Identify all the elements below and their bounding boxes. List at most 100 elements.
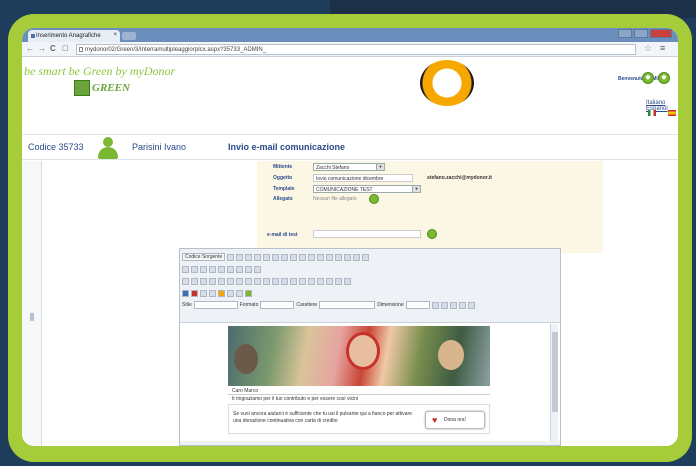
show-blocks-icon[interactable]	[458, 301, 466, 309]
scrollbar-thumb[interactable]	[552, 332, 558, 412]
horizontal-rule-icon[interactable]	[209, 289, 216, 297]
test-email-input[interactable]	[313, 230, 421, 238]
logout-button[interactable]: ◆	[658, 72, 670, 84]
blockquote-icon[interactable]	[281, 277, 288, 285]
superscript-icon[interactable]	[227, 277, 234, 285]
address-bar[interactable]: mydonor02/Green/3/Interramultipleaggiorp…	[76, 44, 636, 55]
green-logo[interactable]: GREEN	[74, 80, 144, 96]
table-icon[interactable]	[200, 289, 207, 297]
subject-label: Oggetto	[273, 175, 293, 181]
italic-icon[interactable]	[191, 277, 198, 285]
image-button-icon[interactable]	[245, 265, 252, 273]
save-icon[interactable]	[227, 253, 235, 261]
sidebar-resize-handle[interactable]	[30, 313, 34, 321]
page-security-icon	[79, 47, 83, 52]
maximize-icon[interactable]	[449, 301, 457, 309]
page-break-icon[interactable]	[236, 289, 243, 297]
size-select[interactable]	[405, 301, 430, 309]
avatar-body	[98, 147, 118, 159]
button-field-icon[interactable]	[236, 265, 243, 273]
style-select[interactable]	[193, 301, 238, 309]
template-icon[interactable]	[263, 253, 271, 261]
new-page-icon[interactable]	[236, 253, 244, 261]
outdent-icon[interactable]	[263, 277, 270, 285]
print-icon[interactable]	[254, 253, 262, 261]
paste-icon[interactable]	[290, 253, 298, 261]
textfield-icon[interactable]	[209, 265, 216, 273]
copy-icon[interactable]	[281, 253, 289, 261]
donate-now-button[interactable]: ♥ Dona ora!	[425, 411, 485, 429]
bullet-list-icon[interactable]	[254, 277, 261, 285]
anchor-icon[interactable]	[344, 277, 351, 285]
cut-icon[interactable]	[272, 253, 280, 261]
image-icon[interactable]	[182, 289, 189, 297]
textarea-icon[interactable]	[218, 265, 225, 273]
back-arrow-icon[interactable]: ←	[26, 44, 34, 53]
new-tab-button[interactable]	[122, 32, 136, 40]
subscript-icon[interactable]	[218, 277, 225, 285]
test-email-label: e-mail di test	[267, 232, 298, 238]
spellcheck-icon[interactable]	[362, 253, 370, 261]
indent-icon[interactable]	[272, 277, 279, 285]
italian-flag-icon[interactable]	[648, 110, 656, 116]
paste-word-icon[interactable]	[308, 253, 316, 261]
bookmark-star-icon[interactable]: ☆	[644, 43, 652, 54]
user-avatar-icon	[96, 137, 120, 159]
justify-icon[interactable]	[317, 277, 324, 285]
paste-text-icon[interactable]	[299, 253, 307, 261]
replace-icon[interactable]	[344, 253, 352, 261]
template-select[interactable]: COMUNICAZIONE TEST ▼	[313, 185, 421, 193]
editor-content-area[interactable]: Caro Marco ti ringraziamo per il tuo con…	[182, 324, 558, 444]
add-attachment-button[interactable]	[369, 194, 379, 204]
send-test-button[interactable]	[427, 229, 437, 239]
minimize-button[interactable]	[618, 29, 632, 38]
sender-label: Mittente	[273, 164, 293, 170]
background-color-icon[interactable]	[440, 301, 448, 309]
numbered-list-icon[interactable]	[245, 277, 252, 285]
find-icon[interactable]	[335, 253, 343, 261]
attachment-label: Allegato	[273, 196, 293, 202]
text-color-icon[interactable]	[431, 301, 439, 309]
iframe-icon[interactable]	[245, 289, 252, 297]
help-icon[interactable]	[467, 301, 475, 309]
browser-titlebar: Inserimento Anagrafiche ×	[22, 28, 678, 42]
editor-scrollbar[interactable]	[550, 324, 558, 444]
source-code-button[interactable]: Codice Sorgente	[182, 253, 226, 261]
browser-menu-icon[interactable]: ≡	[660, 43, 665, 53]
spanish-flag-icon[interactable]	[668, 110, 676, 116]
redo-icon[interactable]	[326, 253, 334, 261]
radio-icon[interactable]	[200, 265, 207, 273]
checkbox-icon[interactable]	[191, 265, 198, 273]
forward-arrow-icon[interactable]: →	[38, 44, 46, 53]
unlink-icon[interactable]	[335, 277, 342, 285]
select-field-icon[interactable]	[227, 265, 234, 273]
subject-input[interactable]: Invio comunicazione dicembre	[313, 174, 413, 182]
align-center-icon[interactable]	[299, 277, 306, 285]
reload-icon[interactable]: C	[50, 44, 56, 53]
hidden-field-icon[interactable]	[254, 265, 261, 273]
special-char-icon[interactable]	[227, 289, 234, 297]
divider	[228, 394, 490, 395]
link-icon[interactable]	[326, 277, 333, 285]
align-left-icon[interactable]	[290, 277, 297, 285]
home-button[interactable]: ◆	[642, 72, 654, 84]
close-tab-icon[interactable]: ×	[113, 32, 117, 38]
close-window-button[interactable]	[650, 29, 672, 38]
font-select[interactable]	[319, 301, 376, 309]
preview-icon[interactable]	[245, 253, 253, 261]
format-select[interactable]	[260, 301, 295, 309]
strike-icon[interactable]	[209, 277, 216, 285]
sender-select[interactable]: Zacchi Stefano ▼	[313, 163, 385, 171]
select-all-icon[interactable]	[353, 253, 361, 261]
maximize-button[interactable]	[634, 29, 648, 38]
smiley-icon[interactable]	[218, 289, 225, 297]
align-right-icon[interactable]	[308, 277, 315, 285]
remove-format-icon[interactable]	[236, 277, 243, 285]
underline-icon[interactable]	[200, 277, 207, 285]
form-icon[interactable]	[182, 265, 189, 273]
flash-icon[interactable]	[191, 289, 198, 297]
undo-icon[interactable]	[317, 253, 325, 261]
tab-title: Inserimento Anagrafiche	[36, 33, 101, 39]
bold-icon[interactable]	[182, 277, 189, 285]
browser-tab[interactable]: Inserimento Anagrafiche ×	[28, 30, 120, 42]
